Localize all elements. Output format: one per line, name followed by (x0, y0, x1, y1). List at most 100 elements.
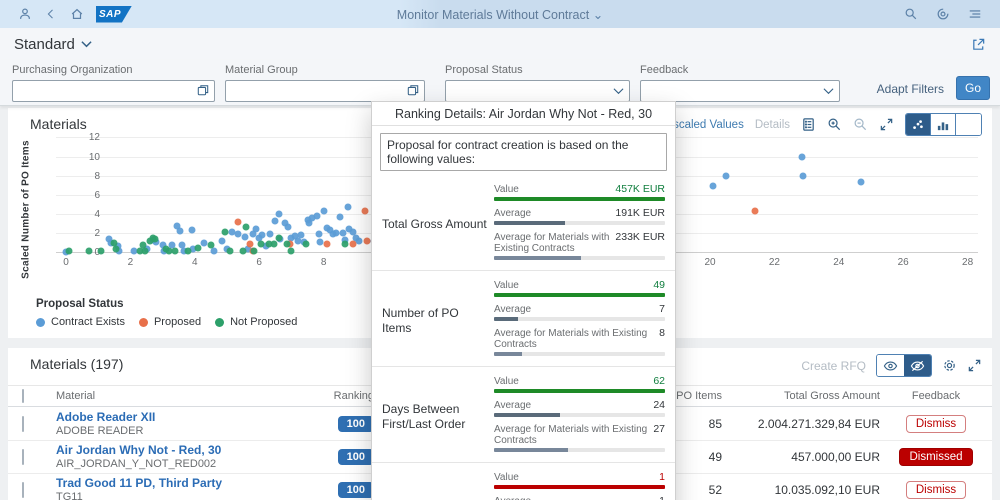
person-icon[interactable] (12, 5, 38, 23)
legend-item-contract-exists[interactable]: Contract Exists (36, 316, 125, 328)
data-point-contract-exists[interactable] (320, 207, 328, 215)
data-point-contract-exists[interactable] (336, 213, 344, 221)
data-point-not-proposed[interactable] (151, 235, 159, 243)
data-point-contract-exists[interactable] (275, 210, 283, 218)
create-rfq-button[interactable]: Create RFQ (801, 359, 866, 373)
variant-selector[interactable]: Standard (14, 36, 92, 53)
data-point-contract-exists[interactable] (271, 217, 279, 225)
details-button[interactable]: Details (755, 119, 790, 131)
legend-item-not-proposed[interactable]: Not Proposed (215, 316, 297, 328)
data-point-contract-exists[interactable] (799, 172, 807, 180)
data-point-contract-exists[interactable] (722, 172, 730, 180)
data-point-not-proposed[interactable] (207, 241, 215, 249)
data-point-not-proposed[interactable] (250, 247, 258, 255)
data-point-contract-exists[interactable] (355, 237, 363, 245)
data-point-not-proposed[interactable] (65, 247, 73, 255)
data-point-contract-exists[interactable] (188, 226, 196, 234)
data-point-contract-exists[interactable] (210, 247, 218, 255)
chevron-down-icon[interactable] (823, 84, 834, 98)
data-point-contract-exists[interactable] (252, 225, 260, 233)
row-checkbox[interactable] (22, 449, 24, 465)
value-help-icon[interactable] (407, 84, 419, 99)
column-gross-amount[interactable]: Total Gross Amount (722, 390, 880, 402)
menu-icon[interactable] (962, 5, 988, 23)
eye-slash-icon[interactable] (904, 355, 931, 376)
data-point-not-proposed[interactable] (97, 247, 105, 255)
data-point-not-proposed[interactable] (112, 245, 120, 253)
data-point-proposed[interactable] (361, 207, 369, 215)
data-point-contract-exists[interactable] (218, 237, 226, 245)
zoom-out-icon[interactable] (853, 117, 868, 132)
value-help-icon[interactable] (197, 84, 209, 99)
data-point-not-proposed[interactable] (221, 228, 229, 236)
data-point-proposed[interactable] (234, 218, 242, 226)
proposal-status-input[interactable] (445, 80, 630, 102)
eye-icon[interactable] (877, 355, 904, 376)
material-link[interactable]: Air Jordan Why Not - Red, 30 (56, 443, 316, 458)
bar-chart-icon[interactable] (931, 114, 956, 135)
data-point-proposed[interactable] (349, 240, 357, 248)
app-title-menu[interactable]: Monitor Materials Without Contract (397, 8, 589, 22)
data-point-not-proposed[interactable] (194, 244, 202, 252)
share-icon[interactable] (971, 37, 986, 52)
data-point-not-proposed[interactable] (287, 247, 295, 255)
feedback-input[interactable] (640, 80, 840, 102)
data-point-not-proposed[interactable] (270, 240, 278, 248)
chevron-down-icon[interactable]: ⌄ (593, 8, 603, 22)
data-point-not-proposed[interactable] (85, 247, 93, 255)
search-icon[interactable] (898, 5, 924, 23)
material-group-input[interactable] (225, 80, 425, 102)
data-point-not-proposed[interactable] (171, 247, 179, 255)
data-point-not-proposed[interactable] (283, 240, 291, 248)
back-icon[interactable] (38, 5, 64, 23)
legend-icon[interactable] (801, 117, 816, 132)
data-point-not-proposed[interactable] (257, 240, 265, 248)
legend-item-proposed[interactable]: Proposed (138, 316, 201, 328)
data-point-not-proposed[interactable] (341, 240, 349, 248)
home-icon[interactable] (64, 5, 90, 23)
data-point-contract-exists[interactable] (857, 178, 865, 186)
data-point-contract-exists[interactable] (241, 233, 249, 241)
data-point-contract-exists[interactable] (297, 231, 305, 239)
data-point-contract-exists[interactable] (266, 230, 274, 238)
select-all-checkbox[interactable] (22, 389, 24, 403)
column-feedback[interactable]: Feedback (880, 390, 992, 402)
data-point-contract-exists[interactable] (709, 182, 717, 190)
fullscreen-icon[interactable] (879, 117, 894, 132)
data-point-not-proposed[interactable] (184, 247, 192, 255)
data-point-proposed[interactable] (323, 240, 331, 248)
data-point-contract-exists[interactable] (176, 227, 184, 235)
data-point-proposed[interactable] (363, 237, 371, 245)
data-point-contract-exists[interactable] (344, 203, 352, 211)
data-point-not-proposed[interactable] (242, 223, 250, 231)
zoom-in-icon[interactable] (827, 117, 842, 132)
row-checkbox[interactable] (22, 482, 24, 498)
data-point-proposed[interactable] (751, 207, 759, 215)
data-point-contract-exists[interactable] (798, 153, 806, 160)
scatter-chart-icon[interactable] (906, 114, 931, 135)
row-checkbox[interactable] (22, 416, 24, 432)
adapt-filters-button[interactable]: Adapt Filters (877, 82, 944, 96)
go-button[interactable]: Go (956, 76, 990, 100)
table-view-icon[interactable] (956, 114, 981, 135)
data-point-not-proposed[interactable] (239, 247, 247, 255)
material-link[interactable]: Trad Good 11 PD, Third Party (56, 476, 316, 491)
chevron-down-icon[interactable] (613, 84, 624, 98)
data-point-not-proposed[interactable] (275, 234, 283, 242)
data-point-contract-exists[interactable] (284, 223, 292, 231)
data-point-contract-exists[interactable] (313, 212, 321, 220)
copilot-icon[interactable] (930, 5, 956, 23)
data-point-contract-exists[interactable] (315, 230, 323, 238)
feedback-dismiss-button[interactable]: Dismiss (905, 415, 967, 433)
data-point-contract-exists[interactable] (258, 231, 266, 239)
settings-gear-icon[interactable] (942, 358, 957, 373)
feedback-dismissed-button[interactable]: Dismissed (899, 448, 973, 466)
feedback-dismiss-button[interactable]: Dismiss (905, 481, 967, 499)
data-point-not-proposed[interactable] (226, 247, 234, 255)
purchasing-organization-input[interactable] (12, 80, 215, 102)
data-point-not-proposed[interactable] (141, 247, 149, 255)
table-fullscreen-icon[interactable] (967, 358, 982, 373)
material-link[interactable]: Adobe Reader XII (56, 410, 316, 425)
column-ranking[interactable]: Ranking (316, 390, 374, 402)
column-material[interactable]: Material (56, 390, 316, 402)
